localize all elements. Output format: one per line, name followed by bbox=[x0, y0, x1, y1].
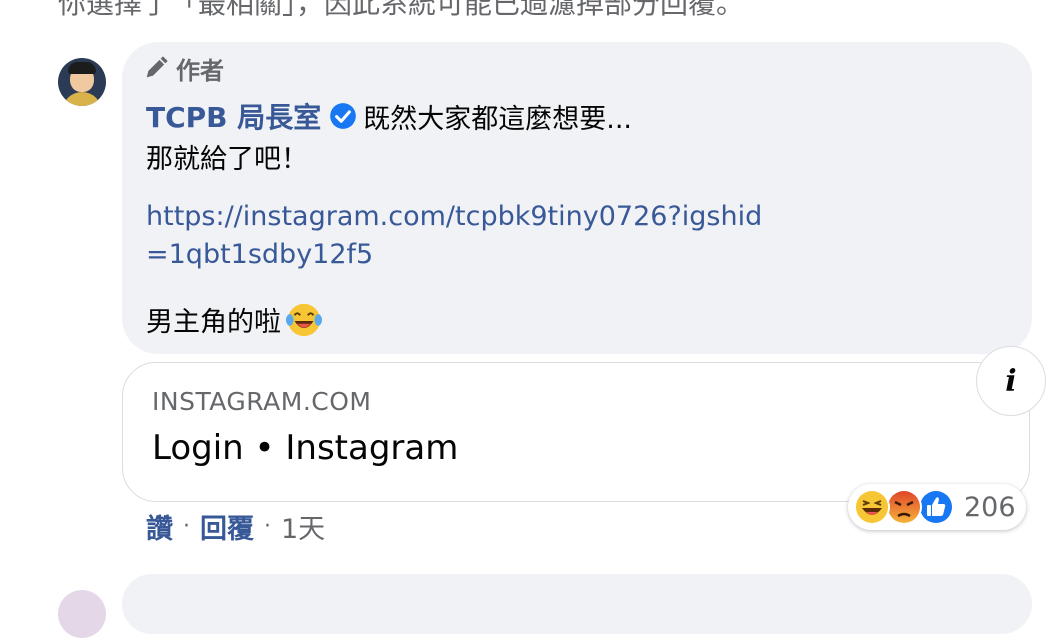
comment-actions: 讚 · 回覆 · 1天 bbox=[146, 506, 325, 546]
instagram-link[interactable]: https://instagram.com/tcpbk9tiny0726?igs… bbox=[146, 198, 766, 274]
comment-text-line-2: 那就給了吧！ bbox=[146, 144, 308, 175]
link-preview-title[interactable]: Login • Instagram bbox=[152, 428, 458, 468]
author-name-link[interactable]: TCPB 局長室 bbox=[146, 96, 321, 136]
info-icon: i bbox=[1005, 363, 1017, 399]
filter-notice: 你選擇了「最相關」，因此系統可能已過濾掉部分回覆。 bbox=[58, 0, 745, 20]
comment-timestamp[interactable]: 1天 bbox=[281, 507, 325, 546]
comment-text-line-1: 既然大家都這麼想要... bbox=[363, 103, 633, 135]
info-button[interactable]: i bbox=[976, 346, 1046, 416]
comment-text-line-3-label: 男主角的啦 bbox=[146, 307, 281, 338]
next-comment-avatar[interactable] bbox=[58, 590, 106, 638]
laughing-tears-emoji-icon bbox=[285, 303, 323, 336]
author-avatar[interactable] bbox=[58, 58, 106, 106]
comment-text-line-3: 男主角的啦 bbox=[146, 300, 323, 339]
action-separator: · bbox=[264, 513, 271, 539]
haha-reaction-icon bbox=[854, 489, 890, 525]
author-badge: 作者 bbox=[142, 52, 224, 85]
author-badge-label: 作者 bbox=[176, 56, 224, 85]
reactions-summary[interactable]: 206 bbox=[848, 484, 1026, 530]
reply-button[interactable]: 回覆 bbox=[200, 507, 254, 546]
like-button[interactable]: 讚 bbox=[146, 507, 173, 546]
reaction-count: 206 bbox=[964, 491, 1016, 523]
comment-first-row: TCPB 局長室 既然大家都這麼想要... bbox=[146, 96, 632, 136]
next-comment-bubble bbox=[122, 574, 1032, 634]
verified-icon bbox=[330, 103, 357, 129]
pencil-icon bbox=[146, 56, 168, 78]
link-preview-domain: INSTAGRAM.COM bbox=[152, 387, 372, 416]
action-separator: · bbox=[183, 513, 190, 539]
